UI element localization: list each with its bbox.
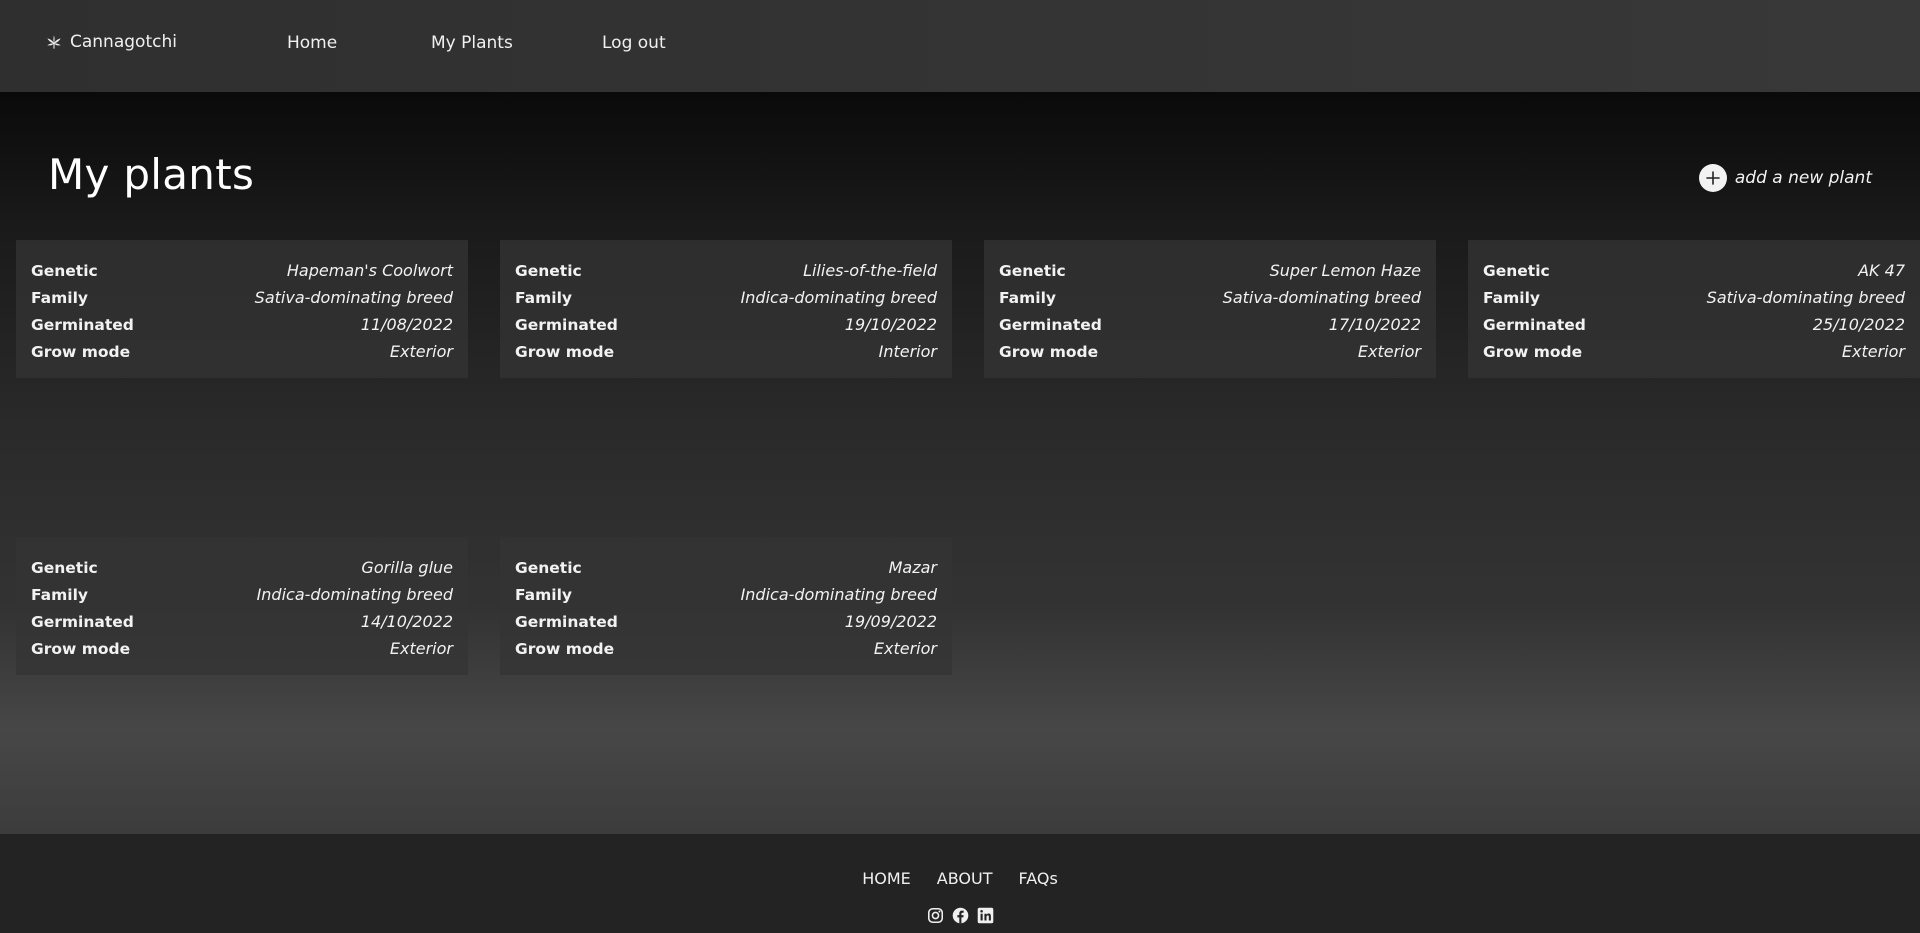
germinated-label: Germinated — [999, 315, 1102, 334]
genetic-label: Genetic — [1483, 261, 1550, 280]
genetic-label: Genetic — [515, 558, 582, 577]
germinated-label: Germinated — [31, 612, 134, 631]
nav-my-plants-link[interactable]: My Plants — [431, 33, 513, 53]
grow-mode-label: Grow mode — [31, 342, 131, 361]
grow-mode-label: Grow mode — [515, 639, 615, 658]
add-new-plant-label: add a new plant — [1734, 168, 1872, 188]
footer-faqs-link[interactable]: FAQs — [1018, 869, 1057, 888]
card-row-genetic: Genetic Lilies-of-the-field — [515, 257, 937, 284]
plant-card[interactable]: Genetic AK 47 Family Sativa-dominating b… — [1468, 240, 1920, 378]
card-row-genetic: Genetic Mazar — [515, 554, 937, 581]
genetic-label: Genetic — [515, 261, 582, 280]
family-value: Sativa-dominating breed — [1222, 288, 1421, 307]
germinated-value: 19/09/2022 — [844, 612, 937, 631]
footer-home-link[interactable]: HOME — [862, 869, 911, 888]
card-row-family: Family Indica-dominating breed — [515, 284, 937, 311]
card-row-family: Family Sativa-dominating breed — [31, 284, 453, 311]
card-row-germinated: Germinated 19/10/2022 — [515, 311, 937, 338]
family-value: Indica-dominating breed — [256, 585, 453, 604]
card-row-germinated: Germinated 11/08/2022 — [31, 311, 453, 338]
card-row-germinated: Germinated 17/10/2022 — [999, 311, 1421, 338]
footer-links: HOME ABOUT FAQs — [0, 869, 1920, 888]
page-title: My plants — [48, 150, 255, 199]
genetic-label: Genetic — [31, 261, 98, 280]
germinated-value: 17/10/2022 — [1328, 315, 1421, 334]
germinated-label: Germinated — [1483, 315, 1586, 334]
footer: HOME ABOUT FAQs — [0, 834, 1920, 933]
family-label: Family — [1483, 288, 1541, 307]
grow-mode-label: Grow mode — [1483, 342, 1583, 361]
germinated-value: 14/10/2022 — [360, 612, 453, 631]
add-new-plant-button[interactable]: add a new plant — [1698, 164, 1872, 192]
family-label: Family — [31, 585, 89, 604]
card-row-family: Family Indica-dominating breed — [515, 581, 937, 608]
main-content: My plants add a new plant Genetic Hapema… — [0, 92, 1920, 834]
genetic-value: Super Lemon Haze — [1269, 261, 1421, 280]
card-row-grow-mode: Grow mode Exterior — [31, 635, 453, 662]
card-row-grow-mode: Grow mode Exterior — [999, 338, 1421, 365]
germinated-label: Germinated — [31, 315, 134, 334]
card-row-grow-mode: Grow mode Exterior — [31, 338, 453, 365]
card-row-grow-mode: Grow mode Interior — [515, 338, 937, 365]
card-row-genetic: Genetic Super Lemon Haze — [999, 257, 1421, 284]
genetic-label: Genetic — [999, 261, 1066, 280]
grow-mode-value: Exterior — [873, 639, 937, 658]
brand-link[interactable]: Cannagotchi — [46, 32, 177, 52]
plant-card[interactable]: Genetic Hapeman's Coolwort Family Sativa… — [16, 240, 468, 378]
card-row-germinated: Germinated 14/10/2022 — [31, 608, 453, 635]
plus-circle-icon — [1698, 164, 1727, 192]
card-row-germinated: Germinated 19/09/2022 — [515, 608, 937, 635]
card-row-genetic: Genetic Hapeman's Coolwort — [31, 257, 453, 284]
genetic-value: Mazar — [888, 558, 937, 577]
card-row-germinated: Germinated 25/10/2022 — [1483, 311, 1905, 338]
brand-name: Cannagotchi — [70, 32, 177, 52]
genetic-value: Hapeman's Coolwort — [286, 261, 453, 280]
card-row-genetic: Genetic Gorilla glue — [31, 554, 453, 581]
germinated-value: 25/10/2022 — [1812, 315, 1905, 334]
navbar: Cannagotchi Home My Plants Log out — [0, 0, 1920, 92]
plant-card[interactable]: Genetic Lilies-of-the-field Family Indic… — [500, 240, 952, 378]
nav-home-link[interactable]: Home — [287, 33, 337, 53]
genetic-value: Gorilla glue — [361, 558, 453, 577]
linkedin-icon[interactable] — [977, 907, 994, 924]
cannabis-leaf-icon — [47, 35, 61, 49]
germinated-value: 11/08/2022 — [360, 315, 453, 334]
family-value: Indica-dominating breed — [740, 585, 937, 604]
grow-mode-value: Exterior — [389, 342, 453, 361]
family-value: Sativa-dominating breed — [254, 288, 453, 307]
family-label: Family — [515, 288, 573, 307]
card-row-grow-mode: Grow mode Exterior — [515, 635, 937, 662]
germinated-value: 19/10/2022 — [844, 315, 937, 334]
genetic-label: Genetic — [31, 558, 98, 577]
grow-mode-value: Exterior — [389, 639, 453, 658]
family-value: Sativa-dominating breed — [1706, 288, 1905, 307]
family-label: Family — [31, 288, 89, 307]
germinated-label: Germinated — [515, 612, 618, 631]
plant-card[interactable]: Genetic Super Lemon Haze Family Sativa-d… — [984, 240, 1436, 378]
grow-mode-label: Grow mode — [999, 342, 1099, 361]
card-row-family: Family Sativa-dominating breed — [1483, 284, 1905, 311]
grow-mode-label: Grow mode — [31, 639, 131, 658]
germinated-label: Germinated — [515, 315, 618, 334]
grow-mode-value: Exterior — [1357, 342, 1421, 361]
genetic-value: AK 47 — [1858, 261, 1905, 280]
nav-log-out-link[interactable]: Log out — [602, 33, 666, 53]
card-row-family: Family Sativa-dominating breed — [999, 284, 1421, 311]
social-links — [0, 907, 1920, 924]
card-row-grow-mode: Grow mode Exterior — [1483, 338, 1905, 365]
instagram-icon[interactable] — [927, 907, 944, 924]
grow-mode-label: Grow mode — [515, 342, 615, 361]
footer-about-link[interactable]: ABOUT — [937, 869, 993, 888]
grow-mode-value: Exterior — [1841, 342, 1905, 361]
plant-card[interactable]: Genetic Mazar Family Indica-dominating b… — [500, 537, 952, 675]
card-row-genetic: Genetic AK 47 — [1483, 257, 1905, 284]
genetic-value: Lilies-of-the-field — [803, 261, 937, 280]
facebook-icon[interactable] — [952, 907, 969, 924]
family-label: Family — [999, 288, 1057, 307]
family-label: Family — [515, 585, 573, 604]
plant-card[interactable]: Genetic Gorilla glue Family Indica-domin… — [16, 537, 468, 675]
card-row-family: Family Indica-dominating breed — [31, 581, 453, 608]
family-value: Indica-dominating breed — [740, 288, 937, 307]
grow-mode-value: Interior — [878, 342, 937, 361]
